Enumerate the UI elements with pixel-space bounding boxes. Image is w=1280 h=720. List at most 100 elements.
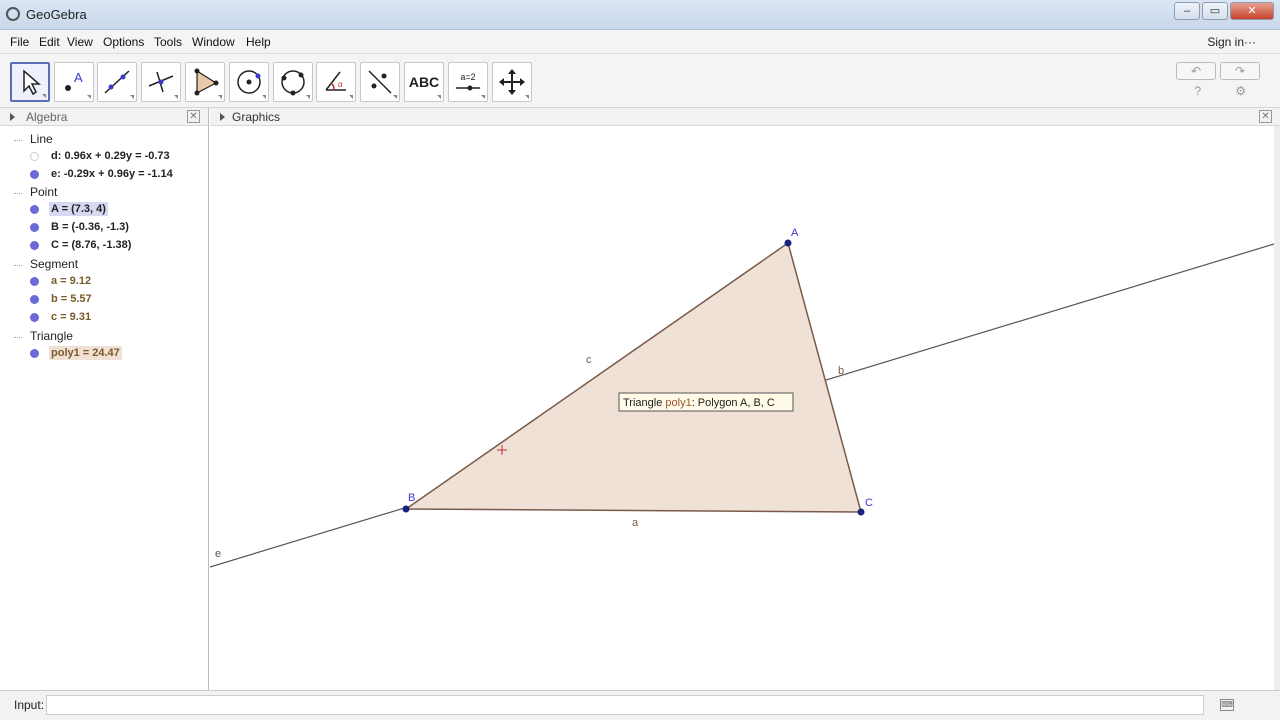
svg-text:a=2: a=2 xyxy=(460,72,475,82)
algebra-close-icon[interactable]: ✕ xyxy=(187,110,200,123)
line-icon xyxy=(104,70,130,94)
menu-edit[interactable]: Edit xyxy=(39,35,60,49)
point-C[interactable] xyxy=(857,508,865,516)
point-label-C: C xyxy=(865,497,873,509)
minimize-button[interactable]: – xyxy=(1174,2,1200,20)
tooltip-name: poly1 xyxy=(665,397,691,409)
visibility-toggle-icon[interactable] xyxy=(30,294,39,304)
graphics-close-icon[interactable]: ✕ xyxy=(1259,110,1272,123)
visibility-toggle-icon[interactable] xyxy=(30,276,39,286)
algebra-header: Algebra ✕ xyxy=(0,108,208,126)
group-label-segment[interactable]: Segment xyxy=(30,257,78,271)
move-graphics-view-icon xyxy=(499,69,525,95)
reflect-about-line-icon xyxy=(368,70,392,94)
reflect-tool-button[interactable] xyxy=(360,62,400,102)
move-tool-button[interactable] xyxy=(10,62,50,102)
menu-options[interactable]: Options xyxy=(103,35,144,49)
close-button[interactable]: ✕ xyxy=(1230,2,1274,20)
list-item-C[interactable]: C = (8.76, -1.38) xyxy=(30,237,133,253)
text-tool-button[interactable]: ABC xyxy=(404,62,444,102)
title-bar: GeoGebra – ▭ ✕ xyxy=(0,0,1280,30)
list-item-d[interactable]: d: 0.96x + 0.29y = -0.73 xyxy=(30,148,172,164)
maximize-button[interactable]: ▭ xyxy=(1202,2,1228,20)
input-bar: Input: ⌨ xyxy=(0,690,1280,720)
list-item-e[interactable]: e: -0.29x + 0.96y = -1.14 xyxy=(30,166,175,182)
keyboard-icon[interactable]: ⌨ xyxy=(1220,699,1234,711)
svg-text:α: α xyxy=(338,80,343,89)
graphics-view: Graphics ✕ A B C a b c e Triangle poly1:… xyxy=(210,108,1280,690)
svg-text:A: A xyxy=(74,70,83,85)
undo-redo-group: ↶ ↷ xyxy=(1176,62,1260,80)
circle-center-point-icon xyxy=(237,70,261,94)
window-title: GeoGebra xyxy=(26,7,87,22)
collapse-arrow-icon[interactable] xyxy=(10,113,15,121)
menu-help[interactable]: Help xyxy=(246,35,271,49)
group-label-triangle[interactable]: Triangle xyxy=(30,329,73,343)
circle-tool-button[interactable] xyxy=(229,62,269,102)
sign-in-link[interactable]: Sign in··· xyxy=(1207,35,1256,49)
point-label-B: B xyxy=(408,492,415,504)
visibility-toggle-icon[interactable] xyxy=(30,348,39,358)
point-label-A: A xyxy=(791,227,799,239)
collapse-arrow-icon[interactable] xyxy=(220,113,225,121)
list-item-B[interactable]: B = (-0.36, -1.3) xyxy=(30,219,131,235)
list-item-poly1[interactable]: poly1 = 24.47 xyxy=(30,345,122,361)
algebra-view: Algebra ✕ Line d: 0.96x + 0.29y = -0.73 … xyxy=(0,108,209,690)
text-tool-label: ABC xyxy=(408,74,440,90)
input-field[interactable] xyxy=(46,695,1204,715)
undo-button[interactable]: ↶ xyxy=(1176,62,1216,80)
point-A[interactable] xyxy=(784,239,792,247)
graphics-title: Graphics xyxy=(232,110,281,124)
redo-button[interactable]: ↷ xyxy=(1220,62,1260,80)
segment-label-b: b xyxy=(838,365,844,377)
toolbar: A α ABC a=2 ↶ ↷ ? ⚙ xyxy=(0,54,1280,108)
visibility-toggle-icon[interactable] xyxy=(30,240,39,250)
visibility-toggle-icon[interactable] xyxy=(30,222,39,232)
circle-through-points-tool-button[interactable] xyxy=(273,62,313,102)
point-icon: A xyxy=(65,70,83,91)
perpendicular-line-icon xyxy=(148,71,174,93)
algebra-title: Algebra xyxy=(26,110,68,124)
input-label: Input: xyxy=(14,698,45,712)
polygon-tool-button[interactable] xyxy=(185,62,225,102)
right-edge-scrollbar[interactable] xyxy=(1274,126,1280,690)
group-label-line[interactable]: Line xyxy=(30,132,53,146)
graphics-canvas[interactable]: A B C a b c e Triangle poly1: Polygon A,… xyxy=(210,126,1274,690)
group-label-point[interactable]: Point xyxy=(30,185,57,199)
visibility-toggle-icon[interactable] xyxy=(30,169,39,179)
perpendicular-line-tool-button[interactable] xyxy=(141,62,181,102)
list-item-a[interactable]: a = 9.12 xyxy=(30,273,93,289)
slider-tool-button[interactable]: a=2 xyxy=(448,62,488,102)
list-item-c[interactable]: c = 9.31 xyxy=(30,309,93,325)
visibility-toggle-icon[interactable] xyxy=(30,151,39,161)
line-tool-button[interactable] xyxy=(97,62,137,102)
tooltip-suffix: : Polygon A, B, C xyxy=(692,397,775,409)
visibility-toggle-icon[interactable] xyxy=(30,204,39,214)
menu-view[interactable]: View xyxy=(67,35,93,49)
tooltip: Triangle poly1: Polygon A, B, C xyxy=(618,392,794,412)
settings-gear-icon[interactable]: ⚙ xyxy=(1235,84,1246,98)
circle-three-points-icon xyxy=(281,70,305,96)
list-item-A[interactable]: A = (7.3, 4) xyxy=(30,201,108,217)
segment-label-c: c xyxy=(586,354,592,366)
svg-text:Triangle poly1: Polygon A, B,: Triangle poly1: Polygon A, B, C xyxy=(623,397,775,409)
list-item-b[interactable]: b = 5.57 xyxy=(30,291,94,307)
menu-tools[interactable]: Tools xyxy=(154,35,182,49)
move-graphics-tool-button[interactable] xyxy=(492,62,532,102)
point-B[interactable] xyxy=(402,505,410,513)
menu-bar: File Edit View Options Tools Window Help… xyxy=(0,30,1280,54)
triangle-poly1[interactable] xyxy=(403,241,862,513)
geogebra-app-icon xyxy=(6,7,20,21)
menu-window[interactable]: Window xyxy=(192,35,235,49)
tooltip-prefix: Triangle xyxy=(623,397,665,409)
help-icon[interactable]: ? xyxy=(1195,84,1202,98)
menu-file[interactable]: File xyxy=(10,35,29,49)
angle-tool-button[interactable]: α xyxy=(316,62,356,102)
window-controls: – ▭ ✕ xyxy=(1174,2,1274,20)
visibility-toggle-icon[interactable] xyxy=(30,312,39,322)
help-settings-group: ? ⚙ xyxy=(1195,84,1246,98)
polygon-icon xyxy=(194,68,219,96)
slider-icon: a=2 xyxy=(456,72,480,91)
point-tool-button[interactable]: A xyxy=(54,62,94,102)
graphics-header: Graphics ✕ xyxy=(210,108,1280,126)
